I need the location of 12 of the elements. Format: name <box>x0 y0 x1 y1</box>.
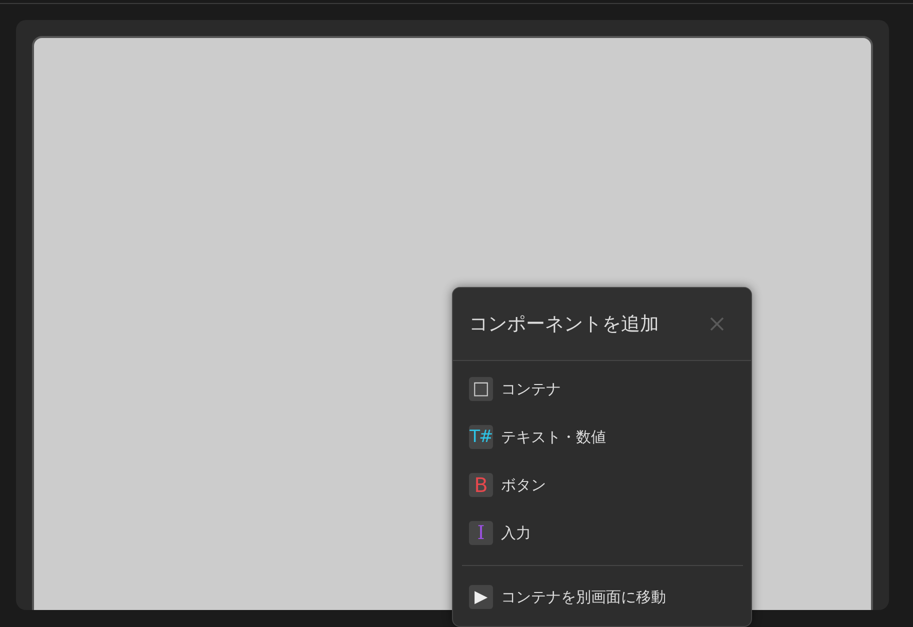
close-icon <box>710 317 724 331</box>
menu-item[interactable]: T# テキスト・数値 <box>453 413 751 461</box>
menu-item[interactable]: ▶ コンテナを別画面に移動 <box>453 573 751 621</box>
menu-item[interactable]: B ボタン <box>453 461 751 509</box>
text-number-icon: T# <box>469 425 493 449</box>
menu-item[interactable]: □ コンテナ <box>453 365 751 413</box>
letter-i-icon: I <box>469 521 493 545</box>
menu-item[interactable]: I 入力 <box>453 509 751 557</box>
play-icon: ▶ <box>469 585 493 609</box>
square-icon: □ <box>469 377 493 401</box>
letter-b-icon: B <box>469 473 493 497</box>
popup-title: コンポーネントを追加 <box>469 312 659 337</box>
